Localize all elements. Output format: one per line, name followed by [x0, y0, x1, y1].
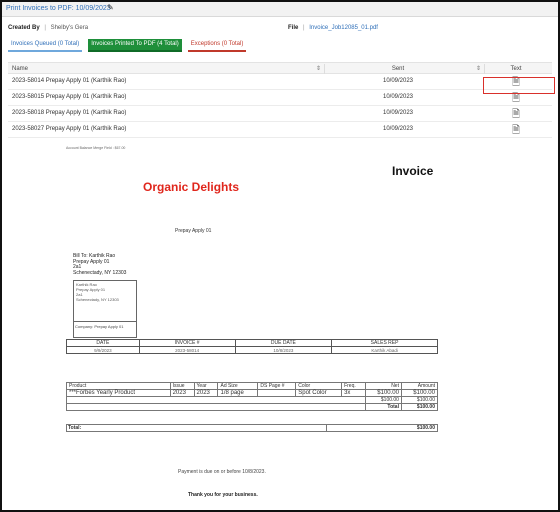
details-value: Karthik Abadi [331, 346, 438, 354]
grand-total-row: Total: $100.00 [66, 424, 438, 432]
column-divider [484, 64, 485, 74]
highlight-box [483, 77, 555, 94]
row-name: 2023-58018 Prepay Apply 01 (Karthik Rao) [12, 110, 127, 116]
product-header: DS Page # [257, 382, 297, 390]
details-header: INVOICE # [138, 339, 236, 347]
details-value: 10/8/2023 [234, 346, 333, 354]
product-cell: Spot Color [295, 389, 343, 397]
details-header: SALES REP [331, 339, 438, 347]
address-line: Schenectady, NY 12303 [76, 297, 119, 302]
payment-note: Payment is due on or before 10/8/2023. [178, 469, 266, 475]
product-cell: $100.00 [400, 389, 439, 397]
details-value: 9/9/2023 [66, 346, 140, 354]
table-row[interactable]: 2023-58018 Prepay Apply 01 (Karthik Rao)… [8, 106, 552, 122]
file-link[interactable]: Invoice_Job12085_01.pdf [309, 25, 378, 31]
subtotal-amount: $100.00 [400, 396, 439, 404]
invoice-heading: Invoice [392, 164, 434, 178]
grid-header: Name ⇕ Sent ⇕ Text [8, 62, 552, 74]
tab-invoices-queued[interactable]: Invoices Queued (0 Total) [8, 39, 83, 52]
invoice-grid: Name ⇕ Sent ⇕ Text 2023-58014 Prepay App… [8, 62, 552, 138]
sort-icon[interactable]: ⇕ [316, 65, 321, 72]
row-name: 2023-58027 Prepay Apply 01 (Karthik Rao) [12, 126, 127, 132]
product-header: Net [365, 382, 402, 390]
row-sent: 10/09/2023 [382, 110, 414, 116]
file-label: File [288, 25, 299, 31]
created-by-value: Shelby's Gera [50, 25, 89, 31]
address-company: Company: Prepay Apply 01 [74, 321, 136, 331]
table-row[interactable]: 2023-58014 Prepay Apply 01 (Karthik Rao)… [8, 74, 552, 90]
details-header: DUE DATE [234, 339, 333, 347]
product-cell: 3x [341, 389, 367, 397]
file-info: File | Invoice_Job12085_01.pdf [288, 25, 378, 31]
thank-you-note: Thank you for your business. [188, 492, 258, 498]
row-sent: 10/09/2023 [382, 78, 414, 84]
product-table: Product Issue Year Ad Size DS Page # Col… [65, 382, 439, 411]
product-header: Year [193, 382, 219, 390]
column-header-text[interactable]: Text [488, 66, 544, 72]
invoice-details-table: DATE INVOICE # DUE DATE SALES REP 9/9/20… [66, 339, 438, 354]
product-cell: 2023 [169, 389, 195, 397]
created-by: Created By | Shelby's Gera [8, 25, 89, 31]
bill-to-block: Bill To: Karthik Rao Prepay Apply 01 2a1… [73, 253, 127, 276]
product-cell: $100.00 [365, 389, 402, 397]
bill-to-line: Schenectady, NY 12303 [73, 269, 127, 276]
details-header: DATE [66, 339, 140, 347]
text-document-icon[interactable]: 🗎 [488, 123, 544, 140]
product-header: Ad Size [217, 382, 259, 390]
product-header: Color [295, 382, 343, 390]
product-header: Product [66, 382, 171, 390]
created-by-label: Created By [8, 25, 40, 31]
product-spacer [65, 403, 367, 411]
grand-total-divider [326, 425, 327, 431]
table-row[interactable]: 2023-58015 Prepay Apply 01 (Karthik Rao)… [8, 90, 552, 106]
product-header: Issue [169, 382, 195, 390]
sort-icon[interactable]: ⇕ [476, 65, 481, 72]
row-name: 2023-58014 Prepay Apply 01 (Karthik Rao) [12, 78, 127, 84]
row-name: 2023-58015 Prepay Apply 01 (Karthik Rao) [12, 94, 127, 100]
product-total-label: Total [365, 403, 402, 411]
address-box: Karthik Rao Prepay Apply 01 2a1 Schenect… [73, 280, 137, 338]
product-spacer [65, 396, 367, 404]
row-sent: 10/09/2023 [382, 126, 414, 132]
row-sent: 10/09/2023 [382, 94, 414, 100]
details-value: 2023-58014 [138, 346, 236, 354]
table-row[interactable]: 2023-58027 Prepay Apply 01 (Karthik Rao)… [8, 122, 552, 138]
column-header-name[interactable]: Name [12, 66, 28, 72]
product-cell: 1/8 page [217, 389, 259, 397]
product-header: Freq. [341, 382, 367, 390]
company-name: Organic Delights [143, 180, 240, 194]
product-header: Amount [400, 382, 439, 390]
merge-field-note: Account Balance Merge Field : $67.00 [66, 146, 126, 150]
tab-invoices-printed[interactable]: Invoices Printed To PDF (4 Total) [88, 39, 182, 52]
product-cell [257, 389, 297, 397]
column-divider [324, 64, 325, 74]
column-header-sent[interactable]: Sent [370, 66, 426, 72]
edit-pencil-icon[interactable]: ✎ [107, 3, 114, 12]
title-bar: Print Invoices to PDF: 10/09/2023 ✎ [2, 2, 558, 17]
tab-exceptions[interactable]: Exceptions (0 Total) [187, 39, 247, 52]
product-total-amount: $100.00 [400, 403, 439, 411]
invoice-subtitle: Prepay Apply 01 [175, 228, 212, 234]
product-cell: ***Forbes Yearly Product [66, 389, 171, 397]
grand-total-label: Total: [68, 425, 82, 431]
subtotal-net: $100.00 [365, 396, 402, 404]
tab-bar: Invoices Queued (0 Total) Invoices Print… [8, 39, 247, 52]
grand-total-amount: $100.00 [416, 425, 435, 431]
product-cell: 2023 [193, 389, 219, 397]
window-title: Print Invoices to PDF: 10/09/2023 [6, 5, 111, 12]
